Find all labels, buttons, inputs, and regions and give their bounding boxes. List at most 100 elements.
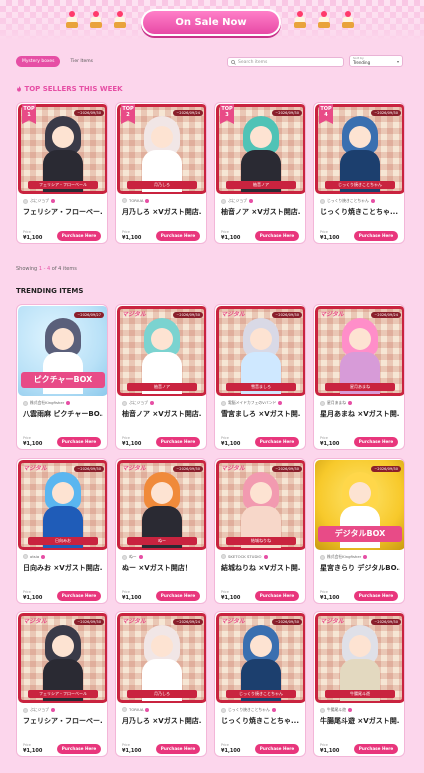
product-card[interactable]: ~2026/09/27 ピクチャーBOX 株式会社Kingfisher 八雲雨麻… bbox=[16, 304, 108, 450]
product-card[interactable]: マジタル ~2026/09/30 じっくり焼きことちゃん じっくり焼きことちゃん… bbox=[214, 611, 306, 757]
seller-avatar bbox=[221, 198, 226, 204]
seller-row[interactable]: TORIUA bbox=[122, 198, 200, 203]
brand-logo: マジタル bbox=[23, 465, 47, 472]
purchase-button[interactable]: Purchase Here bbox=[156, 744, 200, 754]
seller-row[interactable]: TORIUA bbox=[122, 707, 200, 712]
product-card[interactable]: マジタル ~2026/09/30 柚音ノア ぷにジョブ 柚音ノア ×Vガスト開店… bbox=[115, 304, 207, 450]
purchase-button[interactable]: Purchase Here bbox=[57, 744, 101, 754]
purchase-button[interactable]: Purchase Here bbox=[354, 231, 398, 241]
item-artwork[interactable]: マジタル ~2026/09/30 雪音ましろ bbox=[216, 306, 305, 396]
purchase-button[interactable]: Purchase Here bbox=[354, 591, 398, 601]
item-title[interactable]: フェリシア・フローベー... bbox=[23, 207, 103, 217]
purchase-button[interactable]: Purchase Here bbox=[354, 744, 398, 754]
item-title[interactable]: 雪宮ましろ ×Vガスト開... bbox=[221, 409, 301, 419]
item-artwork[interactable]: マジタル ~2026/09/30 結城ねりね bbox=[216, 460, 305, 550]
price-value: ¥1,100 bbox=[122, 235, 142, 241]
item-artwork[interactable]: マジタル ~2026/09/30 柚音ノア bbox=[117, 306, 206, 396]
purchase-button[interactable]: Purchase Here bbox=[57, 231, 101, 241]
purchase-button[interactable]: Purchase Here bbox=[57, 437, 101, 447]
item-artwork[interactable]: TOP 3 ~2026/09/30 柚音ノア bbox=[216, 104, 305, 194]
item-artwork[interactable]: TOP 4 ~2026/09/30 じっくり焼きことちゃん bbox=[315, 104, 404, 194]
search-input[interactable]: Search items bbox=[227, 57, 344, 67]
item-title[interactable]: 結城ねりね ×Vガスト開... bbox=[221, 563, 301, 573]
product-card[interactable]: マジタル ~2026/09/30 フェリシア・フローベール ぷにジョブ フェリシ… bbox=[16, 611, 108, 757]
purchase-button[interactable]: Purchase Here bbox=[255, 591, 299, 601]
price-label: Price bbox=[122, 436, 130, 440]
date-badge: ~2026/09/30 bbox=[371, 619, 401, 625]
product-card[interactable]: TOP 3 ~2026/09/30 柚音ノア ぷにジョブ 柚音ノア ×Vガスト開店… bbox=[214, 102, 306, 244]
cake-icon bbox=[66, 11, 78, 29]
item-artwork[interactable]: TOP 2 ~2026/09/24 月乃しろ bbox=[117, 104, 206, 194]
item-title[interactable]: 星宮きらり デジタルBO... bbox=[320, 563, 400, 573]
item-title[interactable]: じっくり焼きことちゃ... bbox=[221, 716, 301, 726]
product-card[interactable]: マジタル ~2026/09/30 雪音ましろ 電脳メイドカフェのVバンド 雪宮ま… bbox=[214, 304, 306, 450]
item-title[interactable]: 星月あまね ×Vガスト開... bbox=[320, 409, 400, 419]
product-card[interactable]: TOP 2 ~2026/09/24 月乃しろ TORIUA 月乃しろ ×Vガスト開… bbox=[115, 102, 207, 244]
item-title[interactable]: 柚音ノア ×Vガスト開店... bbox=[122, 409, 202, 419]
seller-row[interactable]: SKETOCK STUDIO bbox=[221, 554, 299, 559]
sort-select[interactable]: Sort by Trending ▾ bbox=[349, 55, 403, 67]
purchase-button[interactable]: Purchase Here bbox=[255, 437, 299, 447]
seller-name: ぷにジョブ bbox=[30, 707, 49, 712]
brand-logo: マジタル bbox=[221, 311, 245, 318]
fire-icon bbox=[17, 86, 21, 92]
item-title[interactable]: ぬー ×Vガスト開店！ bbox=[122, 563, 202, 573]
tab-mystery-boxes[interactable]: Mystery boxes bbox=[16, 56, 61, 67]
seller-row[interactable]: ぷにジョブ bbox=[122, 400, 200, 406]
seller-row[interactable]: ぬー bbox=[122, 554, 200, 560]
purchase-button[interactable]: Purchase Here bbox=[156, 437, 200, 447]
search-icon bbox=[231, 59, 236, 65]
item-title[interactable]: 日向みお ×Vガスト開店... bbox=[23, 563, 103, 573]
product-card[interactable]: マジタル ~2026/09/24 月乃しろ TORIUA 月乃しろ ×Vガスト開… bbox=[115, 611, 207, 757]
item-artwork[interactable]: マジタル ~2026/09/24 月乃しろ bbox=[117, 613, 206, 703]
seller-row[interactable]: ぷにジョブ bbox=[221, 198, 299, 204]
item-artwork[interactable]: ~2026/09/30 デジタルBOX bbox=[315, 460, 404, 550]
item-title[interactable]: 牛腸尾斗遊 ×Vガスト開... bbox=[320, 716, 400, 726]
seller-row[interactable]: 星月あまね bbox=[320, 400, 398, 406]
date-badge: ~2026/09/30 bbox=[371, 110, 401, 116]
product-card[interactable]: マジタル ~2026/09/30 ぬー ぬー ぬー ×Vガスト開店！ Price… bbox=[115, 458, 207, 604]
item-artwork[interactable]: マジタル ~2026/09/30 日向みお bbox=[18, 460, 107, 550]
date-badge: ~2026/09/30 bbox=[74, 110, 104, 116]
product-card[interactable]: マジタル ~2026/09/30 日向みお otsia 日向みお ×Vガスト開店… bbox=[16, 458, 108, 604]
price-value: ¥1,100 bbox=[122, 748, 142, 754]
purchase-button[interactable]: Purchase Here bbox=[156, 591, 200, 601]
product-card[interactable]: ~2026/09/30 デジタルBOX 株式会社Kingfisher 星宮きらり… bbox=[313, 458, 405, 604]
item-artwork[interactable]: マジタル ~2026/09/30 ぬー bbox=[117, 460, 206, 550]
item-title[interactable]: じっくり焼きことちゃ... bbox=[320, 207, 400, 217]
item-artwork[interactable]: マジタル ~2026/09/24 星月あまね bbox=[315, 306, 404, 396]
seller-row[interactable]: ぷにジョブ bbox=[23, 707, 101, 713]
seller-row[interactable]: 株式会社Kingfisher bbox=[23, 400, 101, 406]
item-artwork[interactable]: TOP 1 ~2026/09/30 フェリシア・フローベール bbox=[18, 104, 107, 194]
item-title[interactable]: 月乃しろ ×Vガスト開店... bbox=[122, 716, 202, 726]
item-title[interactable]: フェリシア・フローベー... bbox=[23, 716, 103, 726]
item-artwork[interactable]: マジタル ~2026/09/30 じっくり焼きことちゃん bbox=[216, 613, 305, 703]
seller-row[interactable]: ぷにジョブ bbox=[23, 198, 101, 204]
purchase-button[interactable]: Purchase Here bbox=[354, 437, 398, 447]
seller-row[interactable]: じっくり焼きことちゃん bbox=[320, 198, 398, 204]
seller-row[interactable]: じっくり焼きことちゃん bbox=[221, 707, 299, 713]
item-title[interactable]: 柚音ノア ×Vガスト開店... bbox=[221, 207, 301, 217]
product-card[interactable]: マジタル ~2026/09/30 結城ねりね SKETOCK STUDIO 結城… bbox=[214, 458, 306, 604]
seller-row[interactable]: 電脳メイドカフェのVバンド bbox=[221, 400, 299, 406]
seller-name: ぬー bbox=[129, 554, 137, 559]
item-title[interactable]: 月乃しろ ×Vガスト開店... bbox=[122, 207, 202, 217]
product-card[interactable]: マジタル ~2026/09/24 星月あまね 星月あまね 星月あまね ×Vガスト… bbox=[313, 304, 405, 450]
seller-row[interactable]: 牛腸尾斗遊 bbox=[320, 707, 398, 713]
purchase-button[interactable]: Purchase Here bbox=[255, 744, 299, 754]
item-artwork-caption: フェリシア・フローベール bbox=[28, 690, 98, 698]
seller-row[interactable]: otsia bbox=[23, 554, 101, 559]
product-card[interactable]: TOP 4 ~2026/09/30 じっくり焼きことちゃん じっくり焼きことちゃん… bbox=[313, 102, 405, 244]
item-title[interactable]: 八雲雨麻 ピクチャーBO... bbox=[23, 409, 103, 419]
item-artwork[interactable]: マジタル ~2026/09/30 牛腸尾斗遊 bbox=[315, 613, 404, 703]
product-card[interactable]: マジタル ~2026/09/30 牛腸尾斗遊 牛腸尾斗遊 牛腸尾斗遊 ×Vガスト… bbox=[313, 611, 405, 757]
tab-tier-items[interactable]: Tier Items bbox=[64, 56, 99, 67]
purchase-button[interactable]: Purchase Here bbox=[156, 231, 200, 241]
item-artwork[interactable]: ~2026/09/27 ピクチャーBOX bbox=[18, 306, 107, 396]
product-card[interactable]: TOP 1 ~2026/09/30 フェリシア・フローベール ぷにジョブ フェリシ… bbox=[16, 102, 108, 244]
on-sale-button[interactable]: On Sale Now bbox=[141, 9, 281, 36]
item-artwork[interactable]: マジタル ~2026/09/30 フェリシア・フローベール bbox=[18, 613, 107, 703]
purchase-button[interactable]: Purchase Here bbox=[255, 231, 299, 241]
seller-row[interactable]: 株式会社Kingfisher bbox=[320, 554, 398, 560]
purchase-button[interactable]: Purchase Here bbox=[57, 591, 101, 601]
